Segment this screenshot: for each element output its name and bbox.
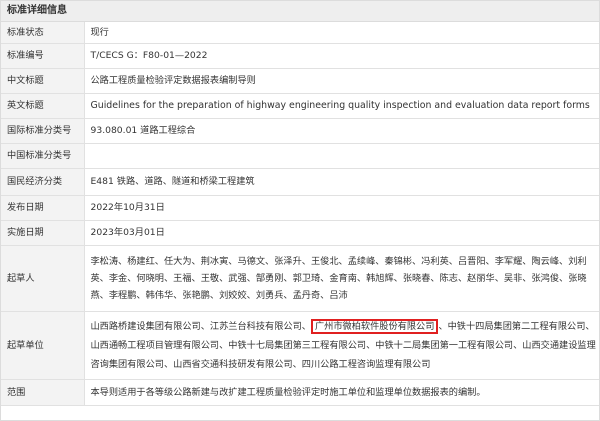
value-econ-class: E481 铁路、道路、隧道和桥梁工程建筑 (84, 168, 599, 196)
label-en-title: 英文标题 (1, 93, 85, 119)
label-cn-title: 中文标题 (1, 68, 85, 94)
row-publish-date: 发布日期 2022年10月31日 (1, 195, 599, 221)
label-cn-class: 中国标准分类号 (1, 143, 85, 169)
row-en-title: 英文标题 Guidelines for the preparation of h… (1, 93, 599, 119)
label-units: 起草单位 (1, 311, 85, 380)
row-drafters: 起草人 李松涛、杨建红、任大为、荆冰寅、马德文、张泽升、王俊北、孟续峰、秦锦彬、… (1, 245, 599, 312)
value-publish-date: 2022年10月31日 (84, 195, 599, 221)
value-scope: 本导则适用于各等级公路新建与改扩建工程质量检验评定时施工单位和监理单位数据报表的… (84, 379, 599, 406)
value-status: 现行 (84, 22, 599, 44)
row-impl-date: 实施日期 2023年03月01日 (1, 220, 599, 246)
value-cn-title: 公路工程质量检验评定数据报表编制导则 (84, 68, 599, 94)
row-econ-class: 国民经济分类 E481 铁路、道路、隧道和桥梁工程建筑 (1, 168, 599, 196)
row-status: 标准状态 现行 (1, 22, 599, 44)
label-econ-class: 国民经济分类 (1, 168, 85, 196)
value-units: 山西路桥建设集团有限公司、江苏兰台科技有限公司、 广州市微柏软件股份有限公司 、中铁… (84, 311, 599, 380)
row-scope: 范围 本导则适用于各等级公路新建与改扩建工程质量检验评定时施工单位和监理单位数据… (1, 379, 599, 406)
label-intl-class: 国际标准分类号 (1, 118, 85, 144)
label-status: 标准状态 (1, 22, 85, 44)
row-number: 标准编号 T/CECS G：F80-01—2022 (1, 43, 599, 69)
row-intl-class: 国际标准分类号 93.080.01 道路工程综合 (1, 118, 599, 144)
label-scope: 范围 (1, 379, 85, 406)
value-intl-class: 93.080.01 道路工程综合 (84, 118, 599, 144)
units-before: 山西路桥建设集团有限公司、江苏兰台科技有限公司、 (90, 320, 312, 332)
highlighted-unit: 广州市微柏软件股份有限公司 (311, 318, 439, 334)
panel-title: 标准详细信息 (1, 1, 599, 22)
row-cn-class: 中国标准分类号 (1, 143, 599, 169)
row-cn-title: 中文标题 公路工程质量检验评定数据报表编制导则 (1, 68, 599, 94)
row-units: 起草单位 山西路桥建设集团有限公司、江苏兰台科技有限公司、 广州市微柏软件股份有限… (1, 311, 599, 380)
value-drafters: 李松涛、杨建红、任大为、荆冰寅、马德文、张泽升、王俊北、孟续峰、秦锦彬、冯利英、… (84, 245, 599, 312)
label-publish-date: 发布日期 (1, 195, 85, 221)
label-number: 标准编号 (1, 43, 85, 69)
standard-detail-table: 标准状态 现行 标准编号 T/CECS G：F80-01—2022 中文标题 公… (1, 22, 599, 406)
value-impl-date: 2023年03月01日 (84, 220, 599, 246)
standard-detail-panel: 标准详细信息 标准状态 现行 标准编号 T/CECS G：F80-01—2022… (0, 0, 600, 421)
label-impl-date: 实施日期 (1, 220, 85, 246)
value-en-title: Guidelines for the preparation of highwa… (84, 93, 599, 119)
value-number: T/CECS G：F80-01—2022 (84, 43, 599, 69)
label-drafters: 起草人 (1, 245, 85, 312)
value-cn-class (84, 143, 599, 169)
